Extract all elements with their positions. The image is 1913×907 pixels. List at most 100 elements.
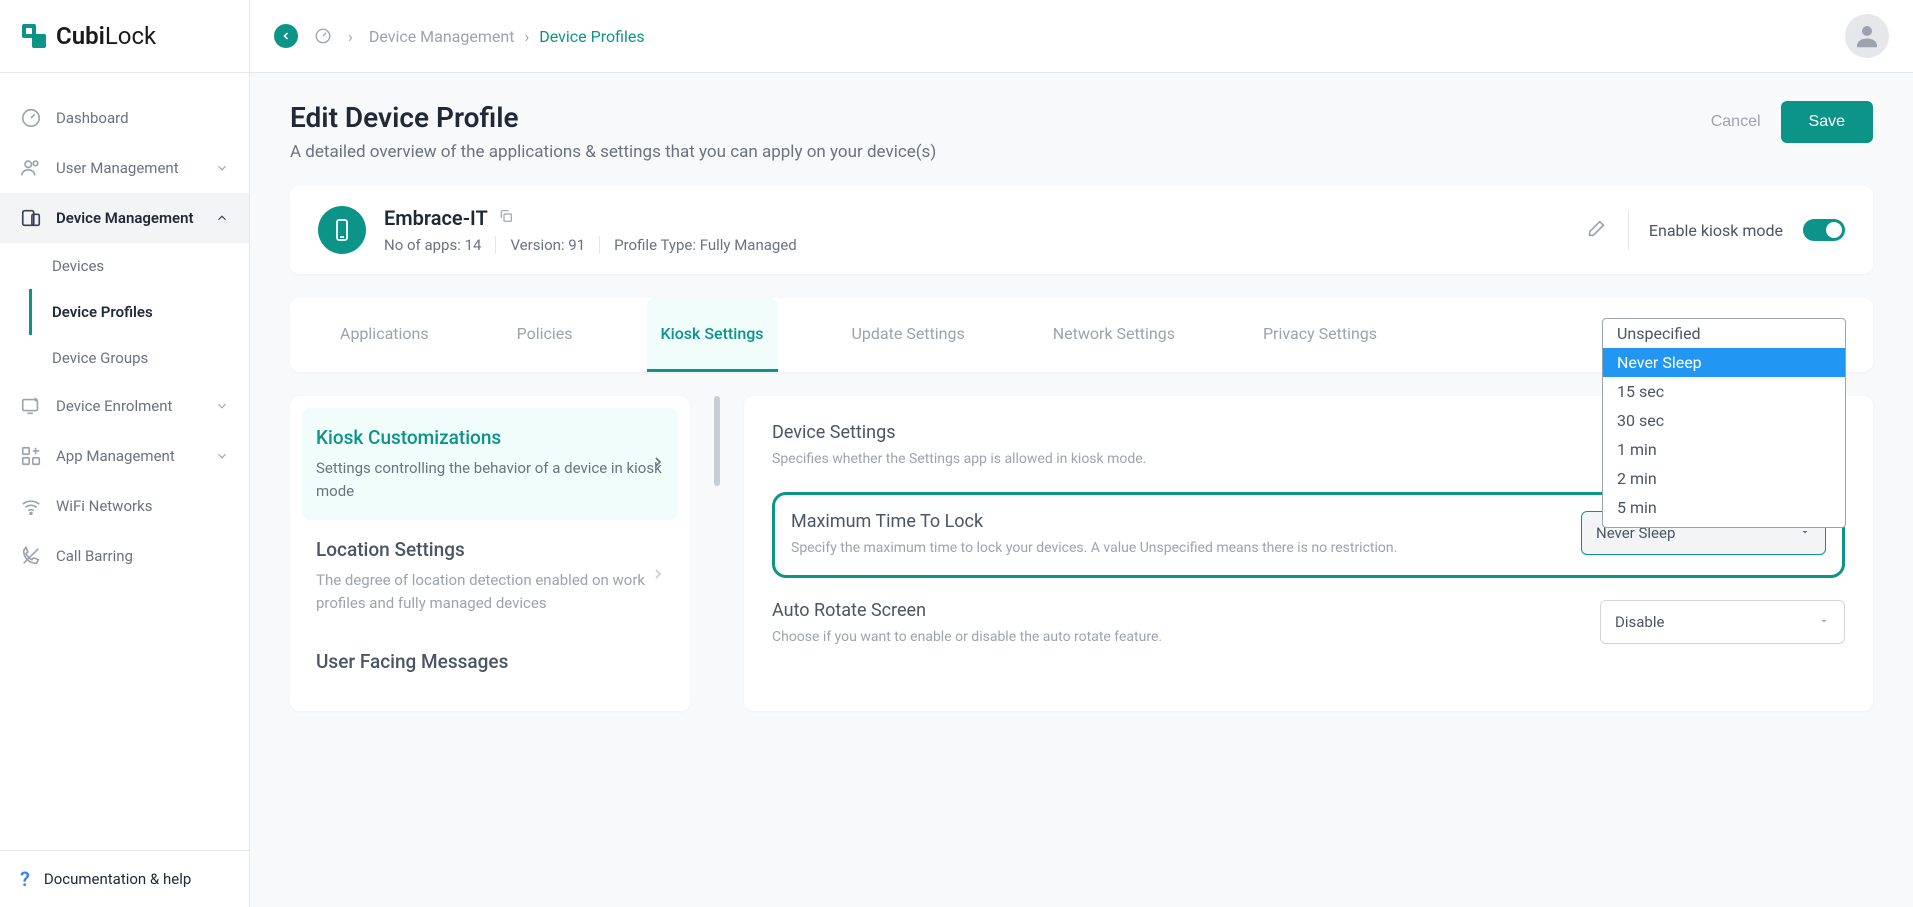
dropdown-option-15sec[interactable]: 15 sec bbox=[1603, 377, 1845, 406]
header-actions: Cancel Save bbox=[1711, 101, 1873, 143]
page-header: Edit Device Profile A detailed overview … bbox=[290, 101, 1873, 162]
sidebar-item-label: User Management bbox=[56, 159, 201, 177]
topbar-right bbox=[1845, 14, 1889, 58]
topbar: › Device Management › Device Profiles bbox=[250, 0, 1913, 73]
kiosk-toggle-row: Enable kiosk mode bbox=[1649, 219, 1845, 241]
divider bbox=[1628, 210, 1629, 250]
dropdown-option-30sec[interactable]: 30 sec bbox=[1603, 406, 1845, 435]
sidebar-item-help[interactable]: ? Documentation & help bbox=[0, 851, 249, 907]
sidebar-item-user-management[interactable]: User Management bbox=[0, 143, 249, 193]
nav-list: Dashboard User Management Device Managem… bbox=[0, 73, 249, 850]
sidebar-item-label: Device Management bbox=[56, 209, 201, 227]
sidebar-item-call-barring[interactable]: Call Barring bbox=[0, 531, 249, 581]
content: Edit Device Profile A detailed overview … bbox=[250, 73, 1913, 907]
gauge-icon bbox=[20, 107, 42, 129]
sidebar-item-label: Dashboard bbox=[56, 109, 229, 127]
nav-bottom: ? Documentation & help bbox=[0, 850, 249, 907]
back-button[interactable] bbox=[274, 24, 298, 48]
section-kiosk-customizations[interactable]: Kiosk Customizations Settings controllin… bbox=[302, 408, 678, 520]
avatar[interactable] bbox=[1845, 14, 1889, 58]
chevron-up-icon bbox=[215, 211, 229, 225]
logo-area: CubiLock bbox=[0, 0, 249, 73]
monitor-plus-icon bbox=[20, 395, 42, 417]
wifi-icon bbox=[20, 495, 42, 517]
version: Version: 91 bbox=[510, 236, 585, 254]
auto-rotate-select[interactable]: Disable bbox=[1600, 600, 1845, 644]
sidebar-item-label: Call Barring bbox=[56, 547, 229, 565]
sidebar-item-devices[interactable]: Devices bbox=[29, 243, 249, 289]
sidebar-item-device-groups[interactable]: Device Groups bbox=[29, 335, 249, 381]
phone-off-icon bbox=[20, 545, 42, 567]
dropdown-option-never-sleep[interactable]: Never Sleep bbox=[1603, 348, 1845, 377]
breadcrumb-sep: › bbox=[524, 27, 529, 46]
dropdown-option-10min[interactable]: 10 min bbox=[1603, 522, 1845, 528]
page-subtitle: A detailed overview of the applications … bbox=[290, 142, 936, 162]
page-title: Edit Device Profile bbox=[290, 101, 936, 134]
setting-desc: Choose if you want to enable or disable … bbox=[772, 627, 1580, 648]
profile-info: Embrace-IT No of apps: 14 Version: 91 Pr… bbox=[384, 206, 1586, 254]
chevron-right-icon bbox=[650, 566, 666, 586]
section-user-facing-messages[interactable]: User Facing Messages bbox=[302, 632, 678, 699]
tab-network-settings[interactable]: Network Settings bbox=[1039, 298, 1189, 372]
help-icon: ? bbox=[20, 867, 30, 891]
main-area: › Device Management › Device Profiles Ed… bbox=[250, 0, 1913, 907]
select-value: Disable bbox=[1615, 613, 1664, 631]
dropdown-option-1min[interactable]: 1 min bbox=[1603, 435, 1845, 464]
section-desc: The degree of location detection enabled… bbox=[316, 569, 664, 614]
sidebar-item-label: App Management bbox=[56, 447, 201, 465]
max-lock-dropdown: Unspecified Never Sleep 15 sec 30 sec 1 … bbox=[1602, 318, 1846, 528]
apps-count: No of apps: 14 bbox=[384, 236, 481, 254]
sidebar: CubiLock Dashboard User Management Devic… bbox=[0, 0, 250, 907]
sidebar-item-device-profiles[interactable]: Device Profiles bbox=[29, 289, 249, 335]
sidebar-item-label: Documentation & help bbox=[44, 870, 191, 888]
section-title: Location Settings bbox=[316, 538, 664, 561]
tab-policies[interactable]: Policies bbox=[503, 298, 587, 372]
sidebar-item-label: Device Enrolment bbox=[56, 397, 201, 415]
logo-text: CubiLock bbox=[56, 22, 156, 50]
sidebar-item-dashboard[interactable]: Dashboard bbox=[0, 93, 249, 143]
gauge-icon bbox=[314, 27, 332, 45]
save-button[interactable]: Save bbox=[1781, 101, 1873, 143]
sidebar-item-device-management[interactable]: Device Management bbox=[0, 193, 249, 243]
grid-plus-icon bbox=[20, 445, 42, 467]
divider bbox=[495, 236, 496, 254]
section-location-settings[interactable]: Location Settings The degree of location… bbox=[302, 520, 678, 632]
breadcrumb-sep: › bbox=[348, 27, 353, 46]
setting-desc: Specify the maximum time to lock your de… bbox=[791, 538, 1561, 559]
setting-auto-rotate: Auto Rotate Screen Choose if you want to… bbox=[772, 586, 1845, 662]
divider bbox=[599, 236, 600, 254]
sidebar-item-wifi-networks[interactable]: WiFi Networks bbox=[0, 481, 249, 531]
edit-icon[interactable] bbox=[1586, 217, 1608, 243]
chevron-down-icon bbox=[215, 161, 229, 175]
setting-title: Maximum Time To Lock bbox=[791, 511, 1561, 532]
kiosk-toggle[interactable] bbox=[1803, 219, 1845, 241]
copy-icon[interactable] bbox=[498, 208, 514, 228]
breadcrumb: Device Management › Device Profiles bbox=[369, 27, 645, 46]
tab-privacy-settings[interactable]: Privacy Settings bbox=[1249, 298, 1391, 372]
cancel-button[interactable]: Cancel bbox=[1711, 113, 1761, 131]
breadcrumb-current: Device Profiles bbox=[539, 27, 644, 46]
kiosk-label: Enable kiosk mode bbox=[1649, 221, 1783, 240]
logo[interactable]: CubiLock bbox=[20, 22, 156, 50]
tab-kiosk-settings[interactable]: Kiosk Settings bbox=[647, 298, 778, 372]
tab-update-settings[interactable]: Update Settings bbox=[838, 298, 979, 372]
chevron-down-icon bbox=[215, 399, 229, 413]
logo-icon bbox=[20, 22, 48, 50]
profile-name: Embrace-IT bbox=[384, 206, 488, 230]
devices-icon bbox=[20, 207, 42, 229]
tab-applications[interactable]: Applications bbox=[326, 298, 443, 372]
dropdown-option-5min[interactable]: 5 min bbox=[1603, 493, 1845, 522]
sidebar-item-device-enrolment[interactable]: Device Enrolment bbox=[0, 381, 249, 431]
sub-nav: Devices Device Profiles Device Groups bbox=[0, 243, 249, 381]
scrollbar-track bbox=[714, 396, 720, 711]
section-title: User Facing Messages bbox=[316, 650, 664, 673]
caret-down-icon bbox=[1818, 613, 1830, 631]
chevron-right-icon bbox=[650, 454, 666, 474]
phone-icon bbox=[318, 206, 366, 254]
dropdown-option-2min[interactable]: 2 min bbox=[1603, 464, 1845, 493]
profile-type: Profile Type: Fully Managed bbox=[614, 236, 797, 254]
scrollbar-thumb[interactable] bbox=[714, 396, 720, 486]
dropdown-option-unspecified[interactable]: Unspecified bbox=[1603, 319, 1845, 348]
breadcrumb-link[interactable]: Device Management bbox=[369, 27, 515, 46]
sidebar-item-app-management[interactable]: App Management bbox=[0, 431, 249, 481]
